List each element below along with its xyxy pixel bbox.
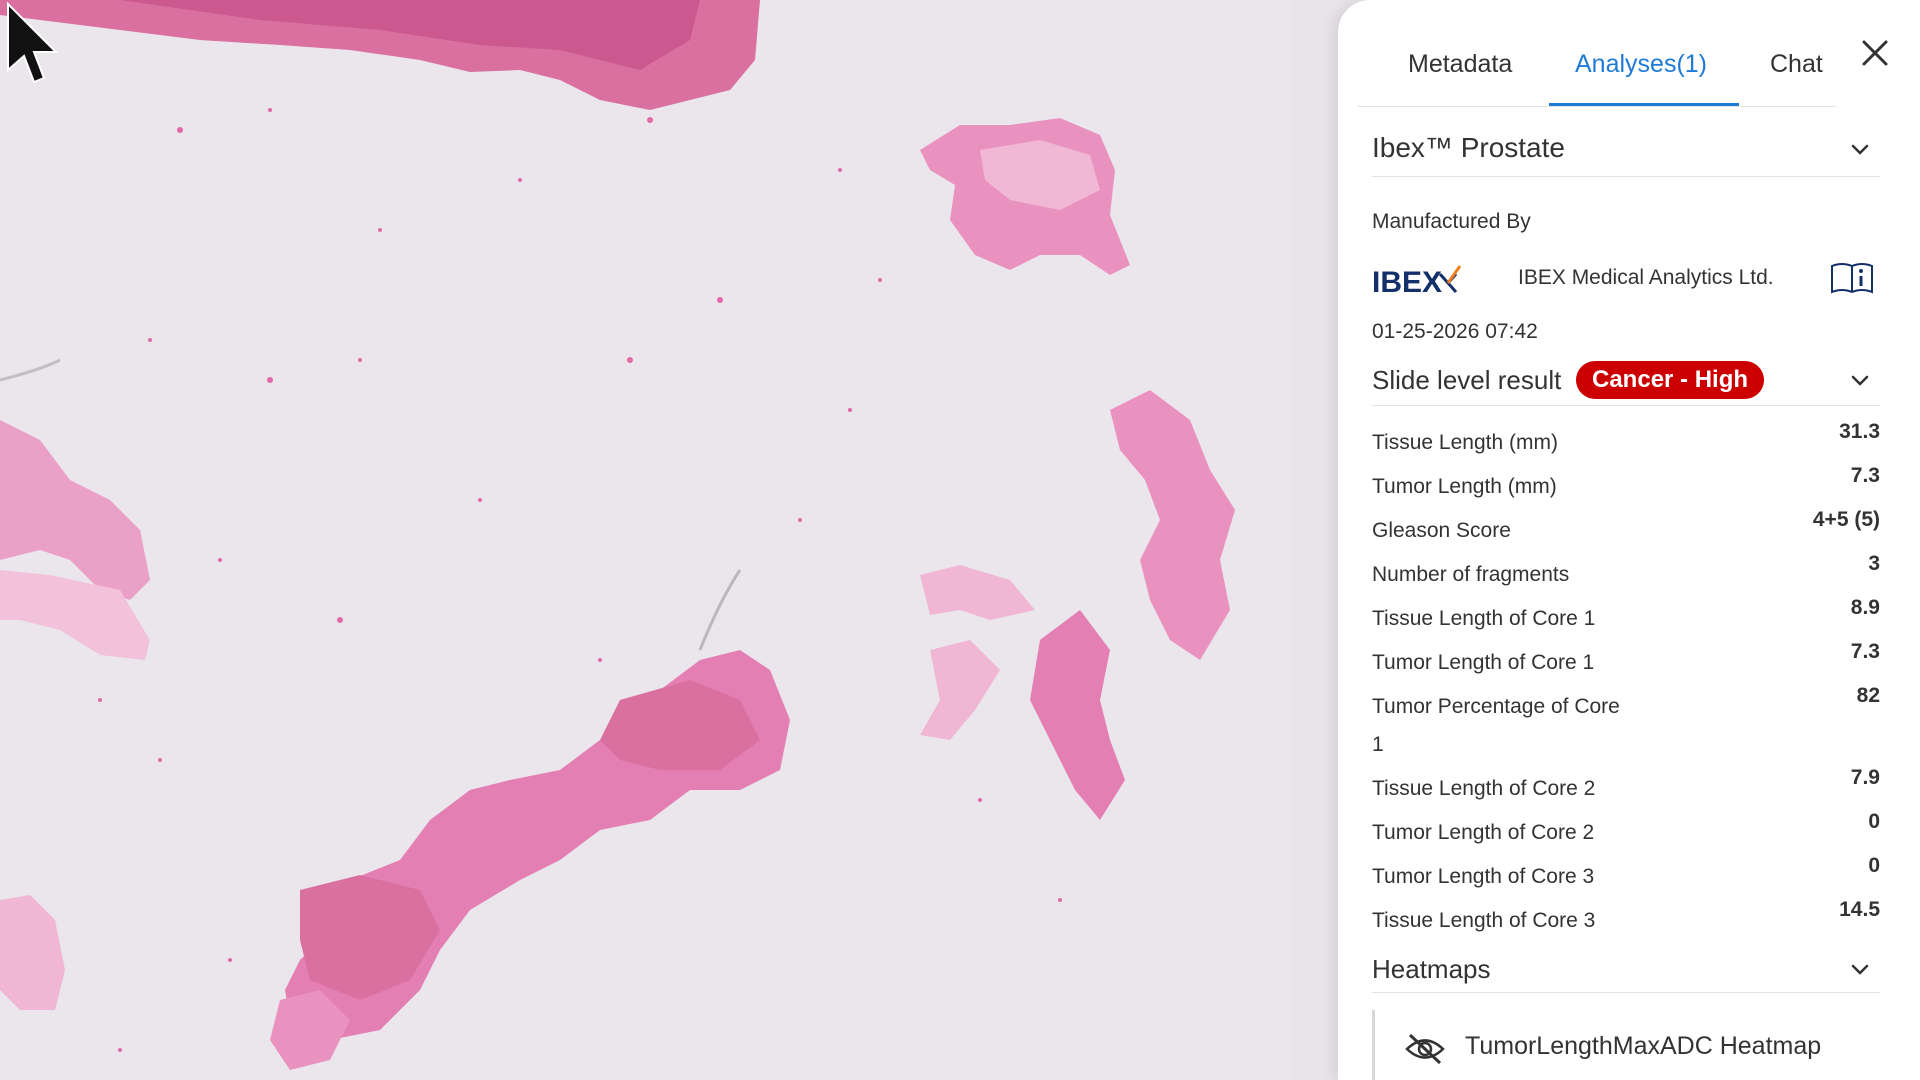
metric-value: 7.3 <box>1850 464 1880 487</box>
metric-value: 0 <box>1868 810 1880 833</box>
metric-row: Tumor Length of Core 3 0 <box>1372 854 1880 898</box>
slide-result-label: Slide level result <box>1372 365 1562 395</box>
metric-row: Tissue Length of Core 1 8.9 <box>1372 596 1880 640</box>
manufacturer-name: IBEX Medical Analytics Ltd. <box>1518 266 1774 289</box>
metric-label: Tumor Length (mm) <box>1372 475 1557 498</box>
product-header[interactable]: Ibex™ Prostate <box>1372 126 1880 177</box>
ibex-logo-text: IBEX <box>1372 266 1442 298</box>
active-tab-indicator <box>1549 103 1739 106</box>
metric-value: 7.9 <box>1850 766 1880 789</box>
heatmaps-title: Heatmaps <box>1372 954 1491 984</box>
metric-label: Tumor Length of Core 1 <box>1372 651 1595 674</box>
metric-row: Tissue Length of Core 3 14.5 <box>1372 898 1880 942</box>
metric-label: Number of fragments <box>1372 563 1570 586</box>
heatmap-item[interactable]: TumorLengthMaxADC Heatmap <box>1372 1010 1883 1080</box>
heatmaps-header[interactable]: Heatmaps <box>1372 950 1880 993</box>
metric-value: 8.9 <box>1850 596 1880 619</box>
metric-label: Tissue Length of Core 1 <box>1372 607 1596 630</box>
metric-label: Tumor Length of Core 3 <box>1372 865 1595 888</box>
ibex-logo: IBEX <box>1372 262 1462 299</box>
metric-value: 82 <box>1856 684 1880 707</box>
metric-label: Gleason Score <box>1372 519 1511 542</box>
tab-analyses-label: Analyses <box>1575 50 1677 78</box>
cancer-status-badge: Cancer - High <box>1576 361 1765 399</box>
metric-row: Tumor Length of Core 2 0 <box>1372 810 1880 854</box>
metric-row: Tissue Length (mm) 31.3 <box>1372 420 1880 464</box>
metric-label: Tumor Length of Core 2 <box>1372 821 1595 844</box>
metric-value: 31.3 <box>1839 420 1880 443</box>
metric-label: Tissue Length of Core 3 <box>1372 909 1596 932</box>
tab-analyses[interactable]: Analyses(1) <box>1575 50 1707 79</box>
mouse-cursor-icon <box>7 1 59 84</box>
chevron-down-icon[interactable] <box>1848 958 1872 982</box>
product-name: Ibex™ Prostate <box>1372 132 1565 163</box>
chevron-down-icon[interactable] <box>1848 369 1872 393</box>
manufacturer-heading: Manufactured By <box>1372 210 1531 233</box>
tab-chat[interactable]: Chat <box>1770 50 1823 79</box>
metric-label: Tumor Percentage of Core 1 <box>1372 695 1620 756</box>
metric-label: Tissue Length of Core 2 <box>1372 777 1596 800</box>
metric-row: Gleason Score 4+5 (5) <box>1372 508 1880 552</box>
metrics-list: Tissue Length (mm) 31.3 Tumor Length (mm)… <box>1372 420 1880 942</box>
tab-metadata[interactable]: Metadata <box>1408 50 1512 79</box>
tissue-image <box>0 0 1235 1070</box>
manual-book-icon[interactable] <box>1830 260 1874 296</box>
tab-analyses-count: (1) <box>1676 50 1708 78</box>
analysis-panel: Metadata Analyses(1) Chat Ibex™ Prostate… <box>1338 0 1920 1080</box>
chevron-down-icon[interactable] <box>1848 138 1872 162</box>
metric-value: 7.3 <box>1850 640 1880 663</box>
analysis-timestamp: 01-25-2026 07:42 <box>1372 320 1538 343</box>
metric-row: Tissue Length of Core 2 7.9 <box>1372 766 1880 810</box>
metric-value: 0 <box>1868 854 1880 877</box>
slide-result-header[interactable]: Slide level result Cancer - High <box>1372 357 1880 406</box>
metric-value: 14.5 <box>1839 898 1880 921</box>
metric-value: 4+5 (5) <box>1812 508 1880 531</box>
metric-row: Tumor Percentage of Core 1 82 <box>1372 684 1880 766</box>
metric-row: Number of fragments 3 <box>1372 552 1880 596</box>
ibex-logo-mark: IBEX <box>1372 265 1462 299</box>
metric-row: Tumor Length of Core 1 7.3 <box>1372 640 1880 684</box>
panel-tabs: Metadata Analyses(1) Chat <box>1358 30 1836 107</box>
panel-gutter <box>1290 0 1340 1080</box>
slide-viewer[interactable] <box>0 0 1290 1080</box>
heatmap-name: TumorLengthMaxADC Heatmap <box>1465 1032 1822 1060</box>
close-icon[interactable] <box>1860 38 1890 68</box>
eye-off-icon[interactable] <box>1405 1032 1445 1066</box>
metric-label: Tissue Length (mm) <box>1372 431 1558 454</box>
metric-row: Tumor Length (mm) 7.3 <box>1372 464 1880 508</box>
metric-value: 3 <box>1868 552 1880 575</box>
